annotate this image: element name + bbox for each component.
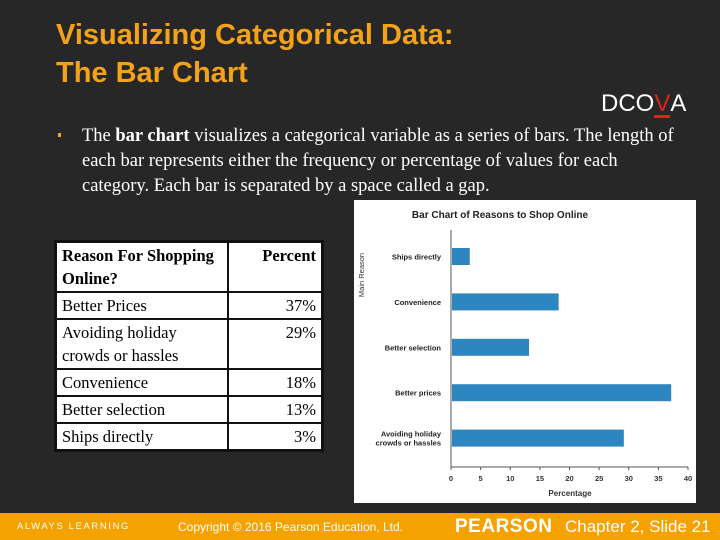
chart-x-tick-label: 40 [684,474,692,483]
slide-title-line1: Visualizing Categorical Data: [56,19,454,51]
chart-x-tick-label: 25 [595,474,603,483]
slide-title: Visualizing Categorical Data: The Bar Ch… [56,16,454,92]
chart-bar [452,293,559,311]
slide-title-line2: The Bar Chart [56,57,248,89]
chart-x-tick-label: 10 [506,474,514,483]
chart-bar [452,248,470,265]
chart-category-label: Better prices [395,389,441,398]
pearson-logo: PEARSON [455,516,553,537]
table-row: Better Prices 37% [54,291,324,320]
table-cell-reason: Convenience [54,368,229,397]
summary-table: Reason For Shopping Online? Percent Bett… [54,240,324,452]
table-header-percent: Percent [226,240,324,293]
chart-category-label: Better selection [385,343,442,352]
dcova-highlight: V [654,90,671,117]
bullet-text: The bar chart visualizes a categorical v… [82,124,682,199]
chart-x-tick-label: 5 [479,474,483,483]
chart-bar [452,338,530,356]
table-cell-percent: 13% [226,395,324,424]
table-cell-reason: Avoiding holiday crowds or hassles [54,318,229,370]
bullet-icon [58,133,61,137]
footer-bar: ALWAYS LEARNING Copyright © 2016 Pearson… [0,513,720,540]
table-header-reason: Reason For Shopping Online? [54,240,229,293]
footer-slide-number: Chapter 2, Slide 21 [565,517,711,536]
chart-category-label: Convenience [394,298,441,307]
chart-x-tick-label: 20 [565,474,573,483]
table-cell-reason: Better selection [54,395,229,424]
chart-bar [452,384,672,402]
table-row: Ships directly 3% [54,422,324,452]
chart-x-tick-label: 30 [625,474,633,483]
table-row: Convenience 18% [54,368,324,397]
table-cell-percent: 18% [226,368,324,397]
table-cell-percent: 3% [226,422,324,452]
chart-y-axis-label: Main Reason [357,253,366,297]
chart-x-axis-label: Percentage [548,489,592,498]
table-row: Avoiding holiday crowds or hassles 29% [54,318,324,370]
chart-category-label: Ships directly [392,253,442,262]
footer-always-learning: ALWAYS LEARNING [17,521,131,532]
dcova-indicator: DCOVA [601,90,686,118]
dcova-prefix: DCO [601,90,655,117]
bar-chart-svg: Bar Chart of Reasons to Shop Online Main… [357,210,692,498]
chart-x-tick-label: 0 [449,474,453,483]
bullet-text-pre: The [82,126,116,146]
table-cell-percent: 29% [226,318,324,370]
bar-chart: Bar Chart of Reasons to Shop Online Main… [354,200,696,503]
table-cell-percent: 37% [226,291,324,320]
table-cell-reason: Ships directly [54,422,229,452]
chart-x-tick-label: 15 [536,474,544,483]
dcova-suffix: A [670,90,687,117]
chart-category-label: Avoiding holiday crowds or hassles [376,430,442,448]
bullet-text-bold: bar chart [115,126,190,146]
chart-title: Bar Chart of Reasons to Shop Online [412,210,589,221]
footer-copyright: Copyright © 2016 Pearson Education, Ltd. [178,520,403,534]
table-row: Better selection 13% [54,395,324,424]
table-cell-reason: Better Prices [54,291,229,320]
chart-x-tick-label: 35 [654,474,662,483]
chart-bar [452,429,624,447]
table-header-row: Reason For Shopping Online? Percent [54,240,324,293]
